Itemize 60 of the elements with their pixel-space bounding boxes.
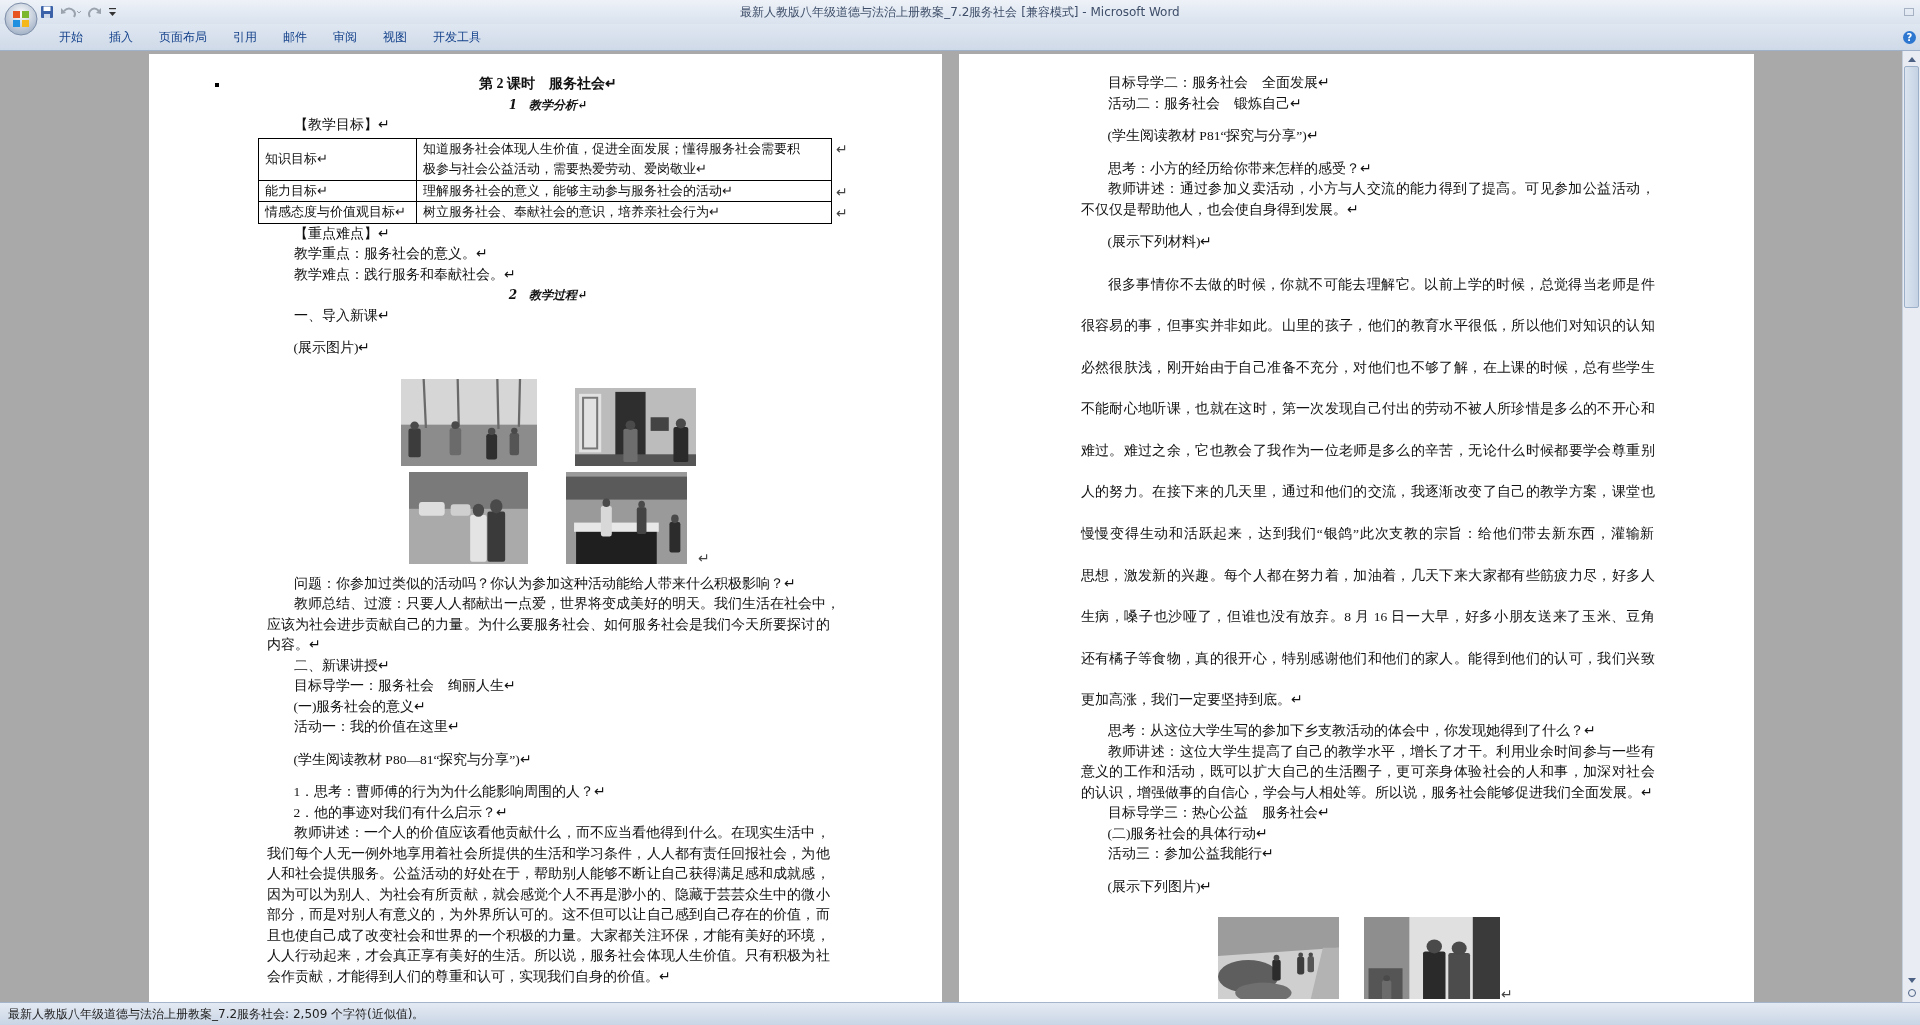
down-arrow-icon[interactable] (1906, 977, 1917, 985)
paragraph: 思考：小方的经历给你带来怎样的感受？↵ (1106, 159, 1373, 178)
row-end-mark: ↵ (835, 205, 848, 223)
circle-icon[interactable] (1906, 988, 1917, 998)
paragraph: (展示下列图片)↵ (1106, 877, 1214, 896)
paragraph: 教师讲述：这位大学生提高了自己的教学水平，增长了才干。利用业余时间参与一些有 意义的工作和活动，既可以扩大自己的生活圈子，更可亲身体验社会的人和事，加深对社会 的认识，增强做事的自信心，学会与人相处等。所以说，服务社会能够促进我们全面发展。↵ (1080, 742, 1655, 802)
ribbon-tab[interactable]: 视图 (370, 25, 420, 49)
undo-icon[interactable] (60, 5, 82, 19)
paragraph: 1．思考：曹师傅的行为为什么能影响周围的人？↵ (292, 783, 608, 801)
paragraph: 问题：你参加过类似的活动吗？你认为参加这种活动能给人带来什么积极影响？↵ (292, 574, 797, 593)
paragraph-mark: ↵ (698, 550, 710, 568)
paragraph: 活动三：参加公益我能行↵ (1106, 845, 1275, 864)
table-cell: 知识目标↵ (257, 137, 417, 181)
section-heading: 2 教学过程↵ (508, 288, 588, 302)
paragraph: 活动一：我的价值在这里↵ (292, 718, 461, 736)
ribbon-tab[interactable]: 开发工具 (420, 25, 494, 49)
ribbon-tab[interactable]: 插入 (96, 25, 146, 49)
paragraph: (展示下列材料)↵ (1106, 233, 1214, 251)
paragraph: 活动二：服务社会 锻炼自己↵ (1106, 94, 1303, 113)
save-icon[interactable] (40, 5, 54, 19)
paragraph: 目标导学二：服务社会 全面发展↵ (1106, 74, 1331, 92)
paragraph: (展示图片)↵ (292, 339, 372, 357)
table-cell: 情感态度与价值观目标↵ (257, 201, 417, 224)
table-cell: 知道服务社会体现人生价值，促进全面发展；懂得服务社会需要积 极参与社会公益活动，需要热爱劳动、爱岗敬业↵ (415, 137, 832, 181)
table-cell: 树立服务社会、奉献社会的意识，培养亲社会行为↵ (415, 201, 832, 224)
paragraph: 目标导学一：服务社会 绚丽人生↵ (292, 677, 517, 695)
paragraph: 教学重点：服务社会的意义。↵ (292, 245, 489, 263)
paragraph: 二、新课讲授↵ (292, 656, 391, 675)
help-icon[interactable]: ? (1903, 30, 1916, 44)
paragraph: 目标导学三：热心公益 服务社会↵ (1106, 804, 1331, 823)
paragraph: (一)服务社会的意义↵ (292, 697, 428, 716)
row-end-mark: ↵ (835, 183, 848, 202)
paragraph: 2．他的事迹对我们有什么启示？↵ (292, 803, 510, 822)
scroll-thumb[interactable] (1904, 66, 1919, 308)
paragraph: (学生阅读教材 P80—81“探究与分享”)↵ (292, 750, 533, 769)
redo-icon[interactable] (88, 5, 102, 19)
paragraph: 一、导入新课↵ (292, 306, 391, 325)
ribbon-tab[interactable]: 引用 (220, 25, 270, 49)
paragraph: 【重点难点】↵ (292, 224, 391, 243)
paragraph: 教师讲述：一个人的价值应该看他贡献什么，而不应当看他得到什么。在现实生活中， 我们每个人无一例外地享用着社会所提供的生活和学习条件，人人都有责任回报社会，为他 人和社会提供服务。公益活动的好处在于，帮助别人能够不断让自己获得满足感和成就感， 因为可以为别人、为社会有所贡献，就会感觉个人不再是渺小的、隐藏于芸芸众生中的微小 部分，而是对别人有意义的，为外界所认可的。这不但可以让自己感到自己存在的价值，而 且也使自己成了改变社会和世界的一个积极的力量。大家都关注环保，才能有美好的环境， 人人行动起来，才会真正享有美好的生活。所以说，服务社会体现人生价值。只有积极为社 会作贡献，才能得到人们的尊重和认可，实现我们自身的价值。↵ (266, 824, 830, 986)
paragraph: 思考：从这位大学生写的参加下乡支教活动的体会中，你发现她得到了什么？↵ (1106, 722, 1597, 741)
section-heading: 1 教学分析↵ (508, 97, 588, 112)
dropdown-icon[interactable] (108, 7, 117, 17)
ribbon-tab[interactable]: 开始 (46, 25, 96, 49)
up-arrow-icon[interactable] (1906, 55, 1917, 63)
paragraph: 教师讲述：通过参加义卖活动，小方与人交流的能力得到了提高。可见参加公益活动， 不仅仅是帮助他人，也会使自身得到发展。↵ (1080, 180, 1655, 219)
row-end-mark: ↵ (835, 140, 848, 159)
status-text: 最新人教版八年级道德与法治上册教案_7.2服务社会: 2,509 个字符(近似值)。 (8, 1005, 425, 1023)
ribbon-tab[interactable]: 审阅 (320, 25, 370, 49)
ribbon-tab[interactable]: 页面布局 (146, 25, 220, 49)
heading: 第 2 课时 服务社会↵ (479, 76, 617, 91)
paragraph: 【教学目标】↵ (292, 116, 391, 134)
ribbon-tab[interactable]: 邮件 (270, 25, 320, 49)
paragraph: 很多事情你不去做的时候，你就不可能去理解它。以前上学的时候，总觉得当老师是件 很容易的事，但事实并非如此。山里的孩子，他们的教育水平很低，所以他们对知识的认知 必然很肤浅，刚开始由于自己准备不充分，对他们也不够了解，在上课的时候，总有些学生 不能耐心地听课，也就在这时，第一次发现自己付出的劳动不被人所珍惜是多么的不开心和 难过。难过之余，它也教会了我作为一位老师是多么的辛苦，无论什么时候都要学会尊重别 人的努力。在接下来的几天里，通过和他们的交流，我逐渐改变了自己的教学方案，课堂也 慢慢变得生动和活跃起来，达到我们“银鸽”此次支教的宗旨：给他们带去新东西，灌输新 思想，激发新的兴趣。每个人都在努力着，加油着，几天下来大家都有些筋疲力尽，好多人 生病，嗓子也沙哑了，但谁也没有放弃。8 月 16 日一大早，好多小朋友送来了玉米、豆角 还有橘子等食物，真的很开心，特别感谢他们和他们的家人。能得到他们的认可，我们兴致 更加高涨，我们一定要坚持到底。↵ (1080, 275, 1655, 710)
paragraph: 教学难点：践行服务和奉献社会。↵ (292, 265, 517, 284)
window-title: 最新人教版八年级道德与法治上册教案_7.2服务社会 [兼容模式] - Microsoft Word (740, 3, 1180, 21)
paragraph: (二)服务社会的具体行动↵ (1106, 824, 1270, 843)
vertical-scrollbar[interactable] (1902, 51, 1920, 1002)
paragraph: (学生阅读教材 P81“探究与分享”)↵ (1106, 127, 1320, 145)
paragraph-mark: ↵ (1500, 985, 1513, 1002)
